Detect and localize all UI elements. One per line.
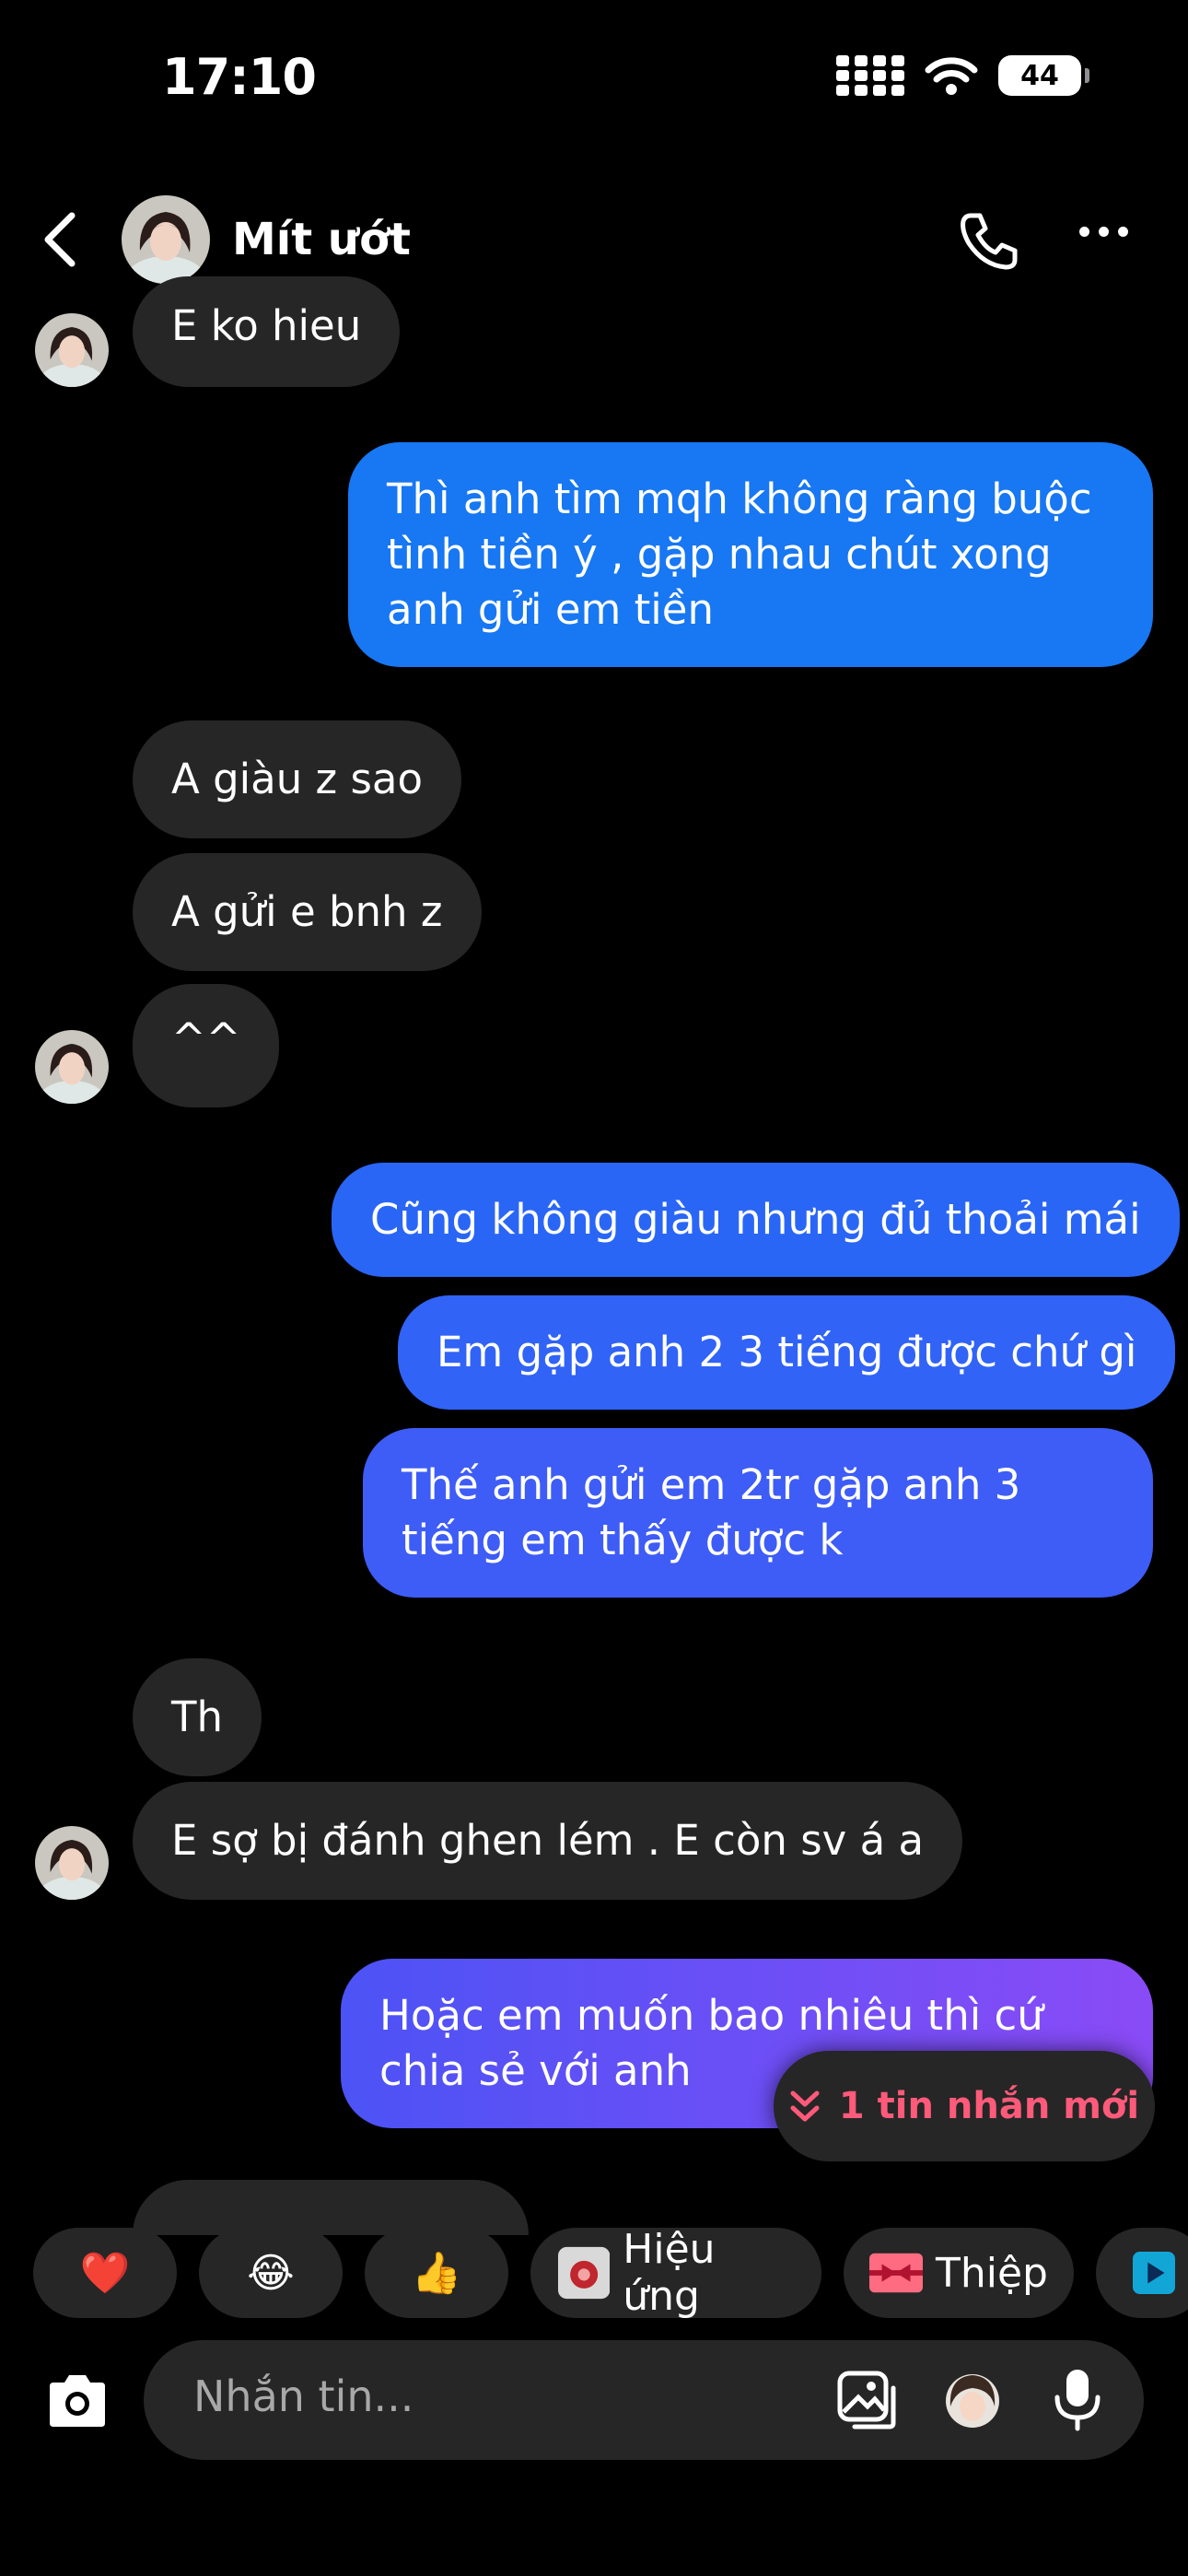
message-outgoing[interactable]: Thế anh gửi em 2tr gặp anh 3 tiếng em th…: [363, 1428, 1153, 1598]
laugh-icon: 😂: [247, 2249, 295, 2297]
card-button[interactable]: Thiệp: [844, 2228, 1074, 2318]
message-outgoing[interactable]: Em gặp anh 2 3 tiếng được chứ gì: [398, 1295, 1176, 1410]
status-time: 17:10: [162, 48, 317, 106]
more-icon[interactable]: [1079, 227, 1128, 237]
contact-name[interactable]: Mít ướt: [232, 214, 411, 265]
more-effects-button[interactable]: [1096, 2228, 1188, 2318]
card-label: Thiệp: [936, 2249, 1048, 2297]
play-icon: [1133, 2252, 1175, 2294]
message-incoming[interactable]: ^^: [133, 984, 280, 1107]
heart-reaction[interactable]: ❤️: [33, 2228, 177, 2318]
contact-avatar-small[interactable]: [35, 1030, 109, 1104]
message-incoming[interactable]: E ko hieu: [133, 276, 401, 387]
thumbs-up-reaction[interactable]: 👍: [365, 2228, 508, 2318]
message-incoming[interactable]: A gửi e bnh z: [133, 853, 482, 971]
message-incoming-partial: [133, 2180, 529, 2235]
message-incoming[interactable]: A giàu z sao: [133, 720, 462, 838]
back-icon[interactable]: [37, 210, 83, 269]
wifi-icon: [925, 57, 978, 95]
sticker-icon[interactable]: [943, 2370, 1002, 2430]
new-message-pill[interactable]: 1 tin nhắn mới: [774, 2051, 1155, 2161]
contact-avatar[interactable]: [122, 195, 210, 284]
effects-button[interactable]: Hiệu ứng: [530, 2226, 821, 2320]
message-input[interactable]: Nhắn tin...: [193, 2371, 413, 2421]
status-icons: 44: [836, 55, 1089, 96]
message-incoming[interactable]: E sợ bị đánh ghen lém . E còn sv á a: [133, 1782, 963, 1900]
quick-reactions: ❤️ 😂 👍 Hiệu ứng Thiệp: [33, 2226, 1188, 2320]
message-outgoing[interactable]: Thì anh tìm mqh không ràng buộc tình tiề…: [348, 442, 1153, 667]
battery-level: 44: [1020, 59, 1059, 92]
chevrons-down-icon: [790, 2090, 820, 2122]
heart-icon: ❤️: [79, 2250, 131, 2297]
effects-icon: [558, 2246, 611, 2300]
gallery-icon[interactable]: [834, 2368, 899, 2432]
thumbs-up-icon: 👍: [411, 2250, 462, 2297]
new-message-label: 1 tin nhắn mới: [838, 2085, 1140, 2127]
microphone-icon[interactable]: [1050, 2366, 1105, 2432]
phone-icon[interactable]: [958, 210, 1020, 273]
laugh-reaction[interactable]: 😂: [199, 2228, 343, 2318]
effects-label: Hiệu ứng: [623, 2226, 716, 2320]
contact-avatar-small[interactable]: [35, 1826, 109, 1900]
message-incoming[interactable]: Th: [133, 1658, 262, 1776]
gift-card-icon: [869, 2253, 923, 2293]
camera-icon[interactable]: [44, 2371, 111, 2430]
message-outgoing[interactable]: Cũng không giàu nhưng đủ thoải mái: [332, 1163, 1180, 1277]
battery-icon: 44: [998, 55, 1089, 96]
cellular-signal-icon: [836, 55, 904, 96]
contact-avatar-small[interactable]: [35, 313, 109, 387]
